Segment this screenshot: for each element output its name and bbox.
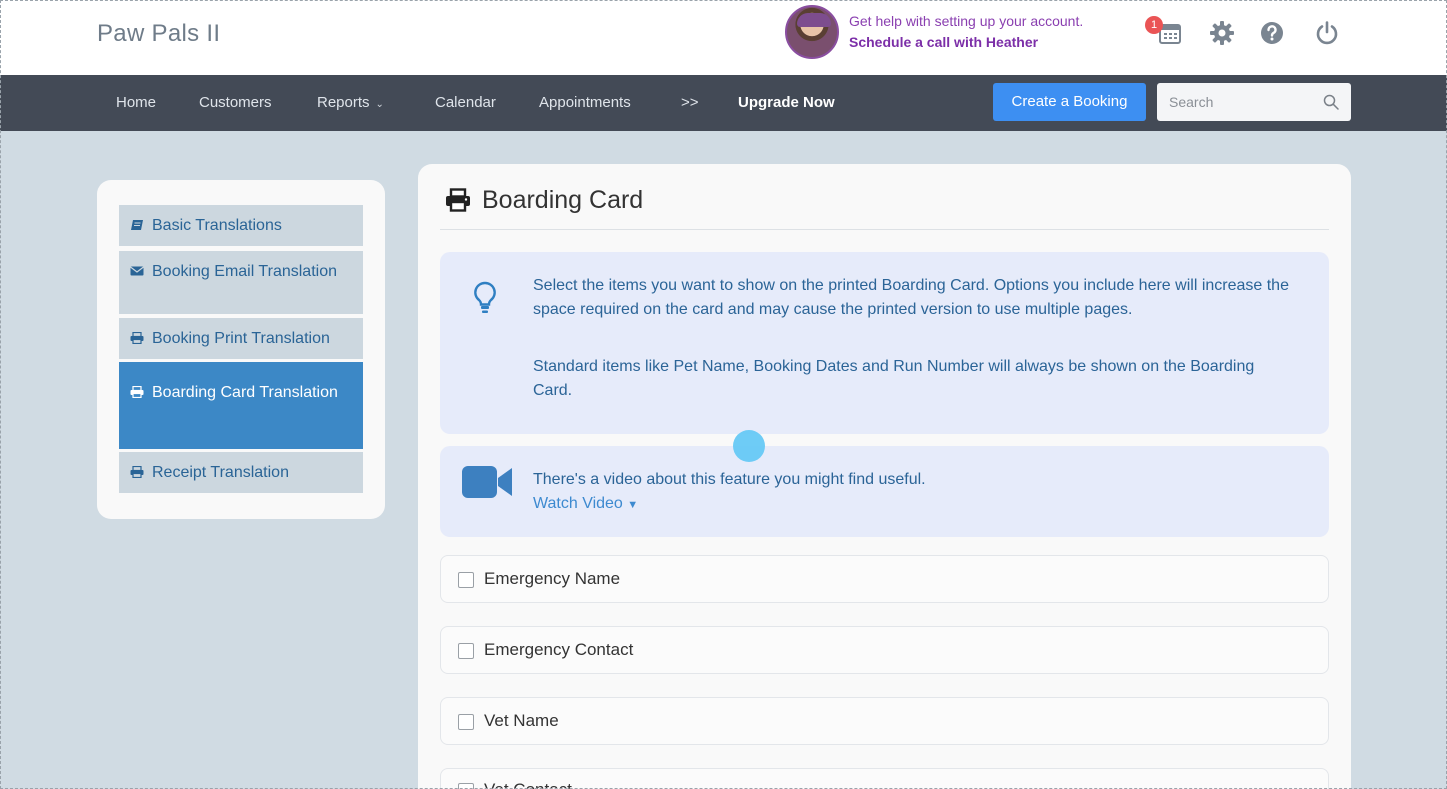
checkbox[interactable] bbox=[458, 643, 474, 659]
help-icon[interactable] bbox=[1259, 20, 1285, 46]
nav-home[interactable]: Home bbox=[116, 75, 156, 131]
nav-more[interactable]: >> bbox=[681, 75, 699, 131]
calendar-icon[interactable]: 1 bbox=[1145, 16, 1183, 46]
click-indicator bbox=[733, 430, 765, 462]
sidebar-item-label: Boarding Card Translation bbox=[152, 384, 338, 401]
power-icon[interactable] bbox=[1314, 20, 1340, 46]
option-label: Vet Contact bbox=[484, 780, 572, 789]
checkbox[interactable] bbox=[458, 714, 474, 730]
top-header: Paw Pals II Get help with setting up you… bbox=[0, 0, 1447, 75]
video-text: There's a video about this feature you m… bbox=[533, 471, 926, 488]
option-vet-name[interactable]: Vet Name bbox=[440, 697, 1329, 745]
help-text: Get help with setting up your account. bbox=[849, 13, 1084, 29]
translation-sidebar: Basic Translations Booking Email Transla… bbox=[97, 180, 385, 519]
title-divider bbox=[440, 229, 1329, 230]
sidebar-item-basic-translations[interactable]: Basic Translations bbox=[119, 205, 363, 246]
page-title: Boarding Card bbox=[445, 184, 643, 216]
option-label: Vet Name bbox=[484, 711, 559, 730]
option-emergency-name[interactable]: Emergency Name bbox=[440, 555, 1329, 603]
print-icon bbox=[446, 188, 470, 212]
sidebar-item-booking-print[interactable]: Booking Print Translation bbox=[119, 318, 363, 359]
nav-upgrade[interactable]: Upgrade Now bbox=[738, 75, 835, 131]
print-icon bbox=[130, 332, 144, 344]
info-panel: Select the items you want to show on the… bbox=[440, 252, 1329, 434]
avatar[interactable] bbox=[785, 5, 839, 59]
sidebar-item-receipt[interactable]: Receipt Translation bbox=[119, 452, 363, 493]
search-box bbox=[1157, 83, 1351, 121]
schedule-call-link[interactable]: Schedule a call with Heather bbox=[849, 32, 1083, 53]
option-label: Emergency Name bbox=[484, 569, 621, 588]
checkbox[interactable] bbox=[458, 572, 474, 588]
create-booking-button[interactable]: Create a Booking bbox=[993, 83, 1146, 121]
search-input[interactable] bbox=[1157, 83, 1307, 121]
watch-video-link[interactable]: Watch Video ▼ bbox=[533, 492, 1293, 517]
chevron-down-icon: ⌄ bbox=[375, 99, 384, 110]
caret-down-icon: ▼ bbox=[627, 499, 639, 511]
notification-badge: 1 bbox=[1145, 16, 1163, 34]
option-vet-contact[interactable]: Vet Contact bbox=[440, 768, 1329, 789]
gear-icon[interactable] bbox=[1209, 20, 1235, 46]
nav-calendar[interactable]: Calendar bbox=[435, 75, 496, 131]
help-contact[interactable]: Get help with setting up your account. S… bbox=[785, 4, 1083, 60]
option-emergency-contact[interactable]: Emergency Contact bbox=[440, 626, 1329, 674]
lightbulb-icon bbox=[474, 281, 496, 313]
nav-customers[interactable]: Customers bbox=[199, 75, 272, 131]
info-text-1: Select the items you want to show on the… bbox=[533, 277, 1289, 318]
sidebar-item-boarding-card[interactable]: Boarding Card Translation bbox=[119, 362, 363, 449]
sidebar-item-booking-email[interactable]: Booking Email Translation bbox=[119, 251, 363, 314]
video-panel: There's a video about this feature you m… bbox=[440, 446, 1329, 537]
info-text-2: Standard items like Pet Name, Booking Da… bbox=[533, 358, 1255, 399]
nav-reports[interactable]: Reports ⌄ bbox=[317, 75, 384, 131]
option-label: Emergency Contact bbox=[484, 640, 634, 659]
sidebar-item-label: Booking Email Translation bbox=[152, 263, 337, 280]
watch-video-label: Watch Video bbox=[533, 495, 623, 512]
sidebar-item-label: Booking Print Translation bbox=[152, 330, 330, 347]
search-icon[interactable] bbox=[1323, 94, 1339, 110]
print-icon bbox=[130, 466, 144, 478]
print-icon bbox=[130, 386, 144, 398]
nav-reports-label: Reports bbox=[317, 94, 370, 111]
sidebar-item-label: Basic Translations bbox=[152, 217, 282, 234]
video-camera-icon bbox=[462, 466, 512, 498]
checkbox[interactable] bbox=[458, 783, 474, 789]
envelope-icon bbox=[130, 266, 144, 276]
brand-name[interactable]: Paw Pals II bbox=[97, 20, 220, 48]
sidebar-item-label: Receipt Translation bbox=[152, 464, 289, 481]
nav-appointments[interactable]: Appointments bbox=[539, 75, 631, 131]
book-icon bbox=[131, 220, 143, 230]
page-title-text: Boarding Card bbox=[482, 185, 644, 214]
